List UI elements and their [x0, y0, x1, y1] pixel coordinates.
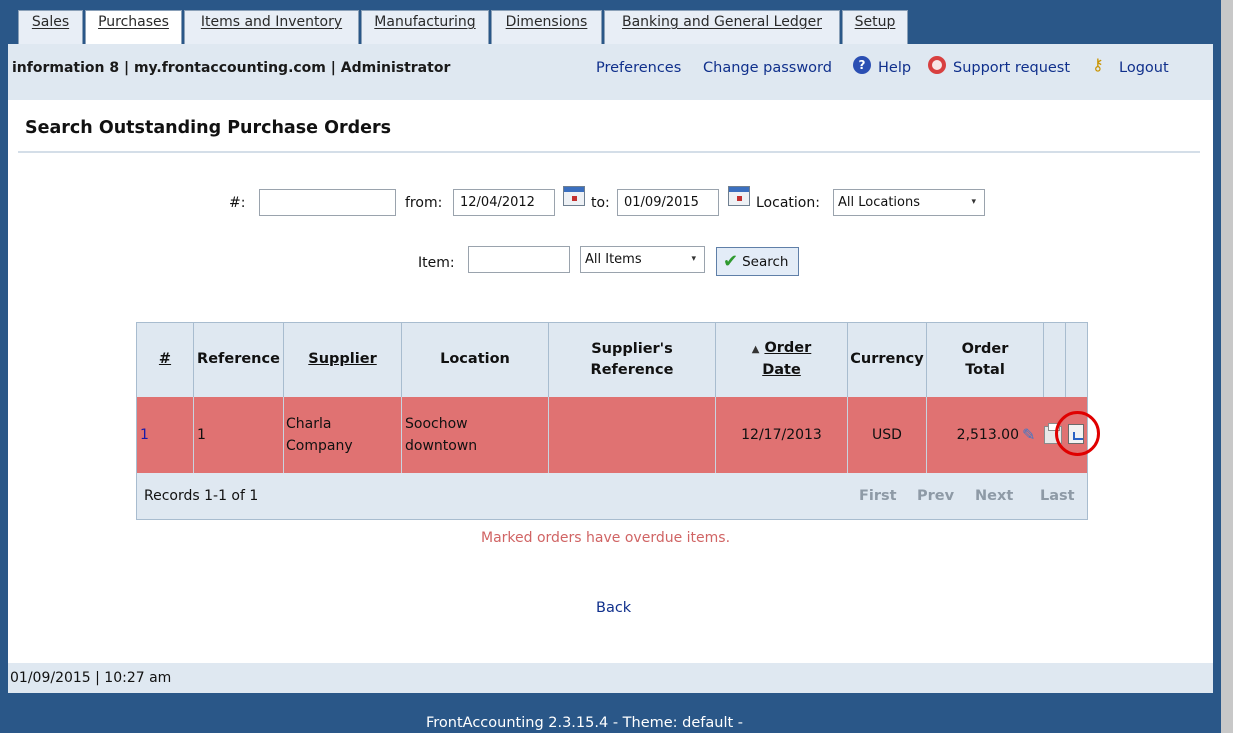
- sort-ascending-icon: ▲: [751, 344, 760, 355]
- item-code-input[interactable]: [468, 246, 570, 273]
- order-number-label: #:: [229, 195, 246, 211]
- window-frame-top: [8, 0, 1213, 8]
- tab-manufacturing[interactable]: Manufacturing: [361, 10, 489, 46]
- chevron-down-icon: ▾: [691, 254, 696, 264]
- tab-items-and-inventory[interactable]: Items and Inventory: [184, 10, 359, 46]
- pager-prev: Prev: [917, 488, 955, 504]
- location-select-value: All Locations: [838, 195, 921, 210]
- page-title: Search Outstanding Purchase Orders: [25, 118, 392, 138]
- order-supplier: Charla Company: [284, 397, 402, 473]
- tab-banking-and-general-ledger[interactable]: Banking and General Ledger: [604, 10, 840, 46]
- from-date-label: from:: [405, 195, 443, 211]
- header-supplier[interactable]: Supplier: [284, 322, 402, 397]
- header-reference: Reference: [194, 322, 284, 397]
- from-date-input[interactable]: 12/04/2012: [453, 189, 555, 216]
- key-icon[interactable]: ⚷: [1092, 57, 1112, 73]
- status-bar: [8, 663, 1213, 693]
- highlight-circle: [1055, 411, 1100, 456]
- checkmark-icon: ✔: [723, 250, 739, 272]
- chevron-down-icon: ▾: [971, 197, 976, 207]
- search-button-label: Search: [742, 253, 789, 270]
- header-action-column: [1066, 322, 1087, 397]
- help-icon[interactable]: ?: [853, 56, 871, 74]
- footer-version: FrontAccounting 2.3.15.4 - Theme: defaul…: [426, 715, 744, 731]
- change-password-link[interactable]: Change password: [703, 60, 832, 76]
- items-select-value: All Items: [585, 252, 642, 267]
- to-date-label: to:: [591, 195, 610, 211]
- order-total: 2,513.00: [956, 427, 1019, 443]
- header-location: Location: [402, 322, 549, 397]
- order-supplier-reference: [549, 397, 716, 473]
- header-order-date[interactable]: ▲ Order Date: [716, 322, 848, 397]
- item-label: Item:: [418, 255, 455, 271]
- tab-setup[interactable]: Setup: [842, 10, 908, 46]
- order-number-link[interactable]: 1: [137, 397, 194, 473]
- support-request-link[interactable]: Support request: [953, 60, 1070, 76]
- pager-next: Next: [975, 488, 1014, 504]
- lifebuoy-icon[interactable]: [928, 56, 946, 74]
- calendar-icon[interactable]: [563, 186, 585, 206]
- pager-last: Last: [1040, 488, 1075, 504]
- tab-dimensions[interactable]: Dimensions: [491, 10, 602, 46]
- records-count: Records 1-1 of 1: [144, 488, 259, 504]
- header-order-total: Order Total: [927, 322, 1044, 397]
- order-location: Soochow downtown: [402, 397, 549, 473]
- vertical-scrollbar[interactable]: [1221, 0, 1233, 733]
- status-datetime: 01/09/2015 | 10:27 am: [10, 670, 172, 686]
- header-suppliers-reference: Supplier's Reference: [549, 322, 716, 397]
- pager-first: First: [859, 488, 897, 504]
- title-divider: [18, 151, 1200, 153]
- tab-sales[interactable]: Sales: [18, 10, 83, 46]
- company-info: information 8 | my.frontaccounting.com |…: [12, 60, 451, 76]
- order-currency: USD: [848, 397, 927, 473]
- edit-pencil-icon[interactable]: ✎: [1022, 426, 1040, 444]
- preferences-link[interactable]: Preferences: [596, 60, 681, 76]
- order-date: 12/17/2013: [716, 397, 848, 473]
- overdue-note: Marked orders have overdue items.: [481, 530, 731, 546]
- help-link[interactable]: Help: [878, 60, 911, 76]
- header-currency: Currency: [848, 322, 927, 397]
- location-label: Location:: [756, 195, 820, 211]
- logout-link[interactable]: Logout: [1119, 60, 1169, 76]
- to-date-input[interactable]: 01/09/2015: [617, 189, 719, 216]
- header-number[interactable]: #: [137, 322, 194, 397]
- location-select[interactable]: All Locations ▾: [833, 189, 985, 216]
- header-edit-column: [1044, 322, 1066, 397]
- calendar-icon[interactable]: [728, 186, 750, 206]
- search-button[interactable]: ✔ Search: [716, 247, 799, 276]
- tab-purchases[interactable]: Purchases: [85, 10, 182, 46]
- items-select[interactable]: All Items ▾: [580, 246, 705, 273]
- back-link[interactable]: Back: [596, 600, 631, 616]
- window-frame-left: [0, 0, 8, 733]
- order-number-input[interactable]: [259, 189, 396, 216]
- order-reference: 1: [194, 397, 284, 473]
